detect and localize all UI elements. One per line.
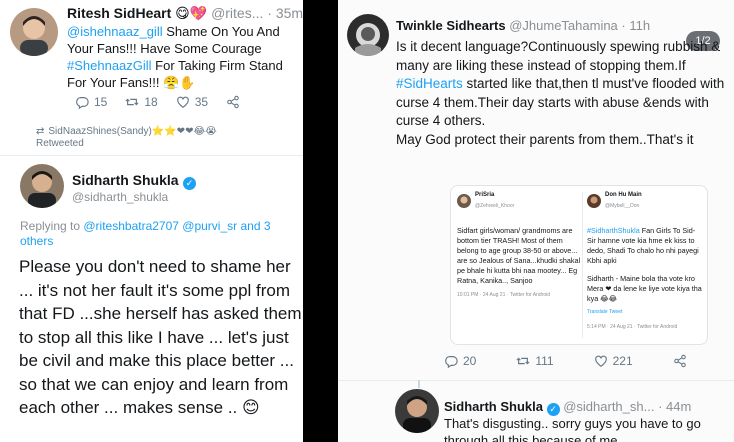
heart-icon xyxy=(176,96,189,108)
tweet2-author-name[interactable]: Sidharth Shukla xyxy=(72,172,179,188)
quote-right-translate: Translate Tweet xyxy=(587,309,623,315)
quote-right-name: Don Hu Main xyxy=(605,192,642,198)
avatar-twinkle[interactable] xyxy=(347,14,389,56)
avatar-sidharth-reply[interactable] xyxy=(395,389,439,433)
tweet3-time[interactable]: · 11h xyxy=(621,18,650,33)
tweet1-name-emojis: 😋💖 xyxy=(175,6,208,22)
tweet2-emoji: 😊 xyxy=(242,398,260,418)
tweet3-share-button[interactable] xyxy=(673,354,687,368)
quote-right-hashtag: #SidharthShukla xyxy=(587,226,640,235)
retweet-icon xyxy=(125,98,139,106)
verified-badge-icon: ✓ xyxy=(183,177,197,190)
tweet1-time[interactable]: · 35m xyxy=(267,5,303,21)
tweet1-emojis: 😤✋ xyxy=(163,76,196,91)
retweeter-emojis: ⭐⭐❤❤😂😭 xyxy=(151,126,217,137)
tweet4-handle[interactable]: @sidharth_sh... xyxy=(563,399,654,414)
tweet4-body: That's disgusting.. sorry guys you have … xyxy=(444,416,701,442)
avatar-sidharth[interactable] xyxy=(20,164,64,208)
tweet2-body: Please you don't need to shame her ... i… xyxy=(19,255,303,421)
quote-left-tweet: PriSria @Zehreeli_Khoor Sidfart girls/wo… xyxy=(457,190,582,301)
quote-right-text-2: Sidharth - Maine bola tha vote kro Mera … xyxy=(587,274,702,303)
reply-icon xyxy=(445,356,458,368)
quote-separator xyxy=(582,192,583,338)
tweet3-attached-image[interactable]: PriSria @Zehreeli_Khoor Sidfart girls/wo… xyxy=(450,185,708,345)
share-icon xyxy=(673,354,686,368)
tweet3-text-1: Is it decent language?Continuously spewi… xyxy=(396,39,721,73)
tweet2-author: Sidharth Shukla ✓ xyxy=(72,172,197,190)
quote-right-tweet: Don Hu Main @Mybell__Don #SidharthShukla… xyxy=(587,190,705,333)
left-screenshot: Ritesh SidHeart 😋💖 @rites... · 35m ⌄ @is… xyxy=(0,0,303,442)
quote-right-handle: @Mybell__Don xyxy=(605,203,640,209)
tweet3-hashtag[interactable]: #SidHearts xyxy=(396,76,463,91)
retweet-attribution[interactable]: ⇄ SidNaazShines(Sandy)⭐⭐❤❤😂😭 Retweeted xyxy=(36,126,217,150)
tweet3-reply-count: 20 xyxy=(463,354,477,368)
tweet3-handle[interactable]: @JhumeTahamina xyxy=(509,18,618,33)
quote-left-name: PriSria xyxy=(475,192,495,198)
retweeted-label: Retweeted xyxy=(36,138,84,149)
tweet1-like-button[interactable]: 35 xyxy=(176,95,208,109)
tweet1-like-count: 35 xyxy=(194,95,209,109)
tweet1-hashtag[interactable]: #ShehnaazGill xyxy=(67,58,152,73)
tweet2-text: Please you don't need to shame her ... i… xyxy=(19,257,302,417)
tweet2-handle[interactable]: @sidharth_shukla xyxy=(72,190,168,204)
right-screenshot: Twinkle Sidhearts @JhumeTahamina · 11h 1… xyxy=(338,0,734,442)
replying-prefix: Replying to xyxy=(20,219,84,233)
thread-line xyxy=(418,380,420,388)
tweet3-author-name[interactable]: Twinkle Sidhearts xyxy=(396,18,506,33)
divider-1 xyxy=(0,155,303,156)
tweet1-reply-button[interactable]: 15 xyxy=(75,95,107,109)
tweet4-time[interactable]: · 44m xyxy=(658,399,691,414)
quote-left-text: Sidfart girls/woman/ grandmoms are botto… xyxy=(457,226,581,285)
share-icon xyxy=(227,95,239,109)
tweet3-body: Is it decent language?Continuously spewi… xyxy=(396,38,730,149)
quote-left-avatar xyxy=(457,194,471,208)
tweet1-share-button[interactable] xyxy=(226,95,240,109)
tweet3-like-count: 221 xyxy=(612,354,633,368)
tweet1-header: Ritesh SidHeart 😋💖 @rites... · 35m ⌄ xyxy=(67,5,303,22)
avatar-ritesh[interactable] xyxy=(10,8,58,56)
tweet3-header: Twinkle Sidhearts @JhumeTahamina · 11h xyxy=(396,18,650,33)
tweet3-text-3: May God protect their parents from them.… xyxy=(396,131,694,147)
tweet3-actions: 20 111 221 xyxy=(444,354,705,368)
retweet-icon xyxy=(516,357,530,365)
quote-right-avatar xyxy=(587,194,601,208)
quote-right-meta: 5:14 PM · 24 Aug 21 · Twitter for Androi… xyxy=(587,324,678,330)
tweet1-reply-count: 15 xyxy=(94,95,108,109)
reply-icon xyxy=(76,97,89,109)
retweeter-name: SidNaazShines(Sandy) xyxy=(48,126,152,137)
quote-left-handle: @Zehreeli_Khoor xyxy=(475,203,515,209)
tweet1-handle[interactable]: @rites... xyxy=(211,5,263,21)
tweet1-actions: 15 18 35 xyxy=(75,95,258,109)
quote-left-meta: 10:01 PM · 24 Aug 21 · Twitter for Andro… xyxy=(457,292,551,298)
tweet1-mention[interactable]: @ishehnaaz_gill xyxy=(67,24,163,39)
tweet4-header: Sidharth Shukla ✓ @sidharth_sh... · 44m xyxy=(444,399,691,416)
tweet3-like-button[interactable]: 221 xyxy=(594,354,633,368)
heart-icon xyxy=(594,355,607,367)
tweet3-retweet-count: 111 xyxy=(535,354,554,368)
tweet3-retweet-button[interactable]: 111 xyxy=(516,354,554,368)
tweet3-reply-button[interactable]: 20 xyxy=(444,354,476,368)
retweet-small-icon: ⇄ xyxy=(36,126,45,137)
tweet1-author-name[interactable]: Ritesh SidHeart xyxy=(67,5,171,21)
divider-2 xyxy=(338,380,734,381)
tweet1-retweet-count: 18 xyxy=(144,95,158,109)
tweet1-body: @ishehnaaz_gill Shame On You And Your Fa… xyxy=(67,23,299,92)
tweet1-retweet-button[interactable]: 18 xyxy=(125,95,158,109)
tweet4-author-name[interactable]: Sidharth Shukla xyxy=(444,399,543,414)
replying-to: Replying to @riteshbatra2707 @purvi_sr a… xyxy=(20,219,290,249)
quote-right-text: #SidharthShukla Fan Girls To Sid- Sir ha… xyxy=(587,226,705,304)
